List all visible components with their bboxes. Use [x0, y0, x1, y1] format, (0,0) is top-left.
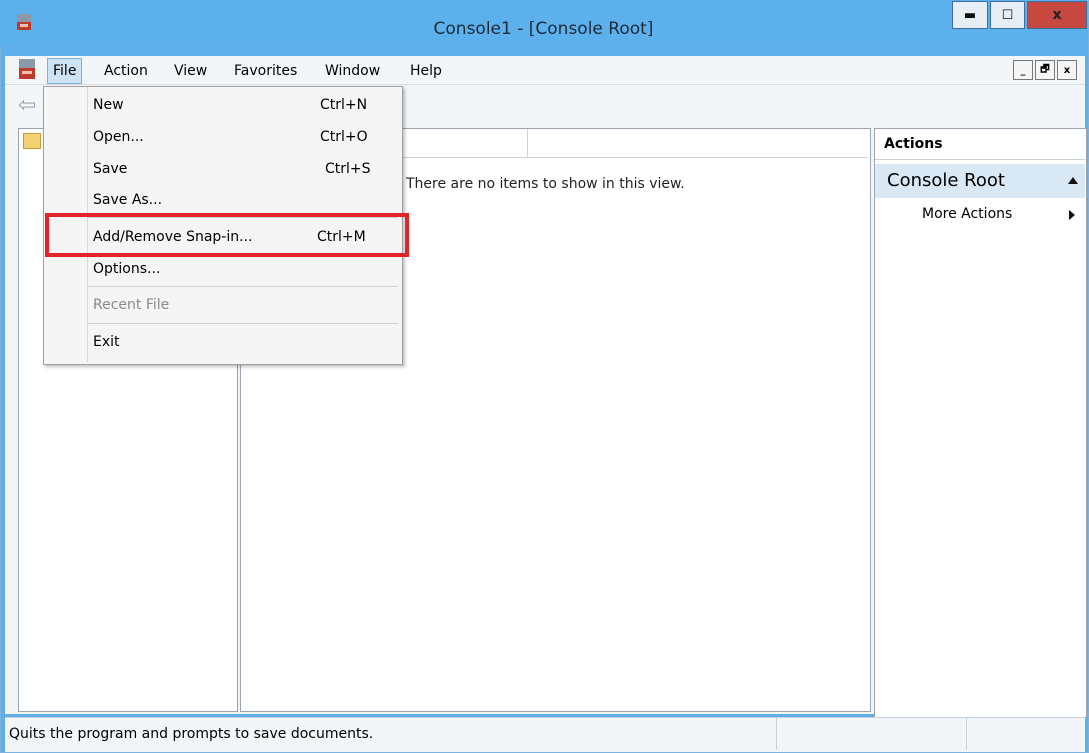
submenu-arrow-icon — [1069, 210, 1075, 220]
menu-separator — [88, 323, 398, 324]
shortcut-save: Ctrl+S — [325, 161, 371, 177]
menu-item-options[interactable]: Options... — [93, 261, 160, 277]
mdi-minimize-button[interactable]: _ — [1013, 60, 1033, 80]
mmc-document-icon[interactable] — [18, 58, 36, 80]
mdi-close-button[interactable]: x — [1057, 60, 1077, 80]
folder-icon[interactable] — [23, 133, 41, 149]
menu-bar — [5, 56, 1085, 85]
menu-help[interactable]: Help — [405, 61, 447, 82]
menu-item-open[interactable]: Open... — [93, 129, 144, 145]
actions-section-console-root[interactable]: Console Root — [875, 164, 1085, 198]
back-arrow-icon[interactable]: ⇦ — [18, 93, 36, 118]
mdi-controls: _ 🗗 x — [1013, 60, 1077, 80]
shortcut-new: Ctrl+N — [320, 97, 368, 113]
collapse-up-icon[interactable] — [1068, 177, 1078, 184]
window-title: Console1 - [Console Root] — [433, 19, 654, 39]
minimize-button[interactable]: ▬ — [952, 1, 988, 29]
menu-window[interactable]: Window — [320, 61, 385, 82]
menu-item-save[interactable]: Save — [93, 161, 127, 177]
highlight-box — [45, 213, 409, 257]
menu-item-new[interactable]: New — [93, 97, 124, 113]
menu-item-recent-file: Recent File — [93, 297, 170, 313]
menu-item-exit[interactable]: Exit — [93, 334, 120, 350]
close-icon: x — [1052, 7, 1062, 23]
status-divider — [966, 718, 967, 750]
actions-header: Actions — [875, 129, 1085, 160]
shortcut-open: Ctrl+O — [320, 129, 368, 145]
menu-favorites[interactable]: Favorites — [229, 61, 302, 82]
maximize-icon: ☐ — [1001, 7, 1014, 23]
status-divider — [776, 718, 777, 750]
minimize-icon: ▬ — [963, 7, 977, 23]
mdi-restore-button[interactable]: 🗗 — [1035, 60, 1055, 80]
maximize-button[interactable]: ☐ — [990, 1, 1025, 29]
menu-file[interactable]: File — [47, 58, 83, 84]
more-actions-item[interactable]: More Actions — [922, 206, 1012, 222]
empty-view-message: There are no items to show in this view. — [406, 176, 685, 192]
menu-action[interactable]: Action — [99, 61, 153, 82]
column-header-empty — [528, 129, 868, 158]
menu-view[interactable]: View — [169, 61, 212, 82]
status-text: Quits the program and prompts to save do… — [9, 726, 374, 742]
menu-separator — [88, 286, 398, 287]
close-button[interactable]: x — [1027, 1, 1087, 29]
menu-item-save-as[interactable]: Save As... — [93, 192, 162, 208]
